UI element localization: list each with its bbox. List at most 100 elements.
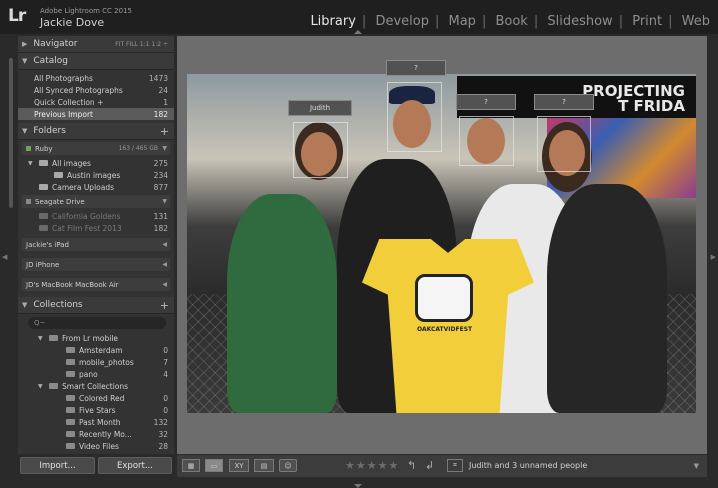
lightroom-logo: Lr xyxy=(8,6,26,26)
collection-set-icon xyxy=(49,335,58,341)
left-panel-toggle-icon[interactable]: ◀ xyxy=(2,253,7,261)
module-book[interactable]: Book xyxy=(495,14,527,29)
catalog-item-all-synced[interactable]: All Synced Photographs 24 xyxy=(18,84,174,96)
add-folder-icon[interactable]: + xyxy=(160,125,169,138)
folder-cat-film-fest[interactable]: Cat Film Fest 2013 182 xyxy=(18,222,174,234)
device-ipad[interactable]: Jackie's iPad ◀ xyxy=(22,238,170,251)
rotate-right-icon[interactable]: ↲ xyxy=(425,459,434,472)
folder-camera-uploads[interactable]: Camera Uploads 877 xyxy=(18,181,174,193)
face-region-tool-icon[interactable]: ⌗ xyxy=(447,459,463,472)
person-1-body xyxy=(227,194,337,413)
drive-ruby[interactable]: Ruby 163 / 465 GB ▼ xyxy=(22,142,170,155)
left-panel: ▶ Navigator FIT FILL 1:1 1:2 ÷ ▼ Catalog… xyxy=(18,36,174,454)
import-button[interactable]: Import... xyxy=(20,457,95,474)
collection-amsterdam[interactable]: Amsterdam 0 xyxy=(18,344,174,356)
face-region-1[interactable] xyxy=(293,122,348,178)
people-view-icon[interactable]: ☺ xyxy=(279,459,297,472)
collection-mobile-photos[interactable]: mobile_photos 7 xyxy=(18,356,174,368)
catalog-item-all-photographs[interactable]: All Photographs 1473 xyxy=(18,72,174,84)
loupe-view-icon[interactable]: ▭ xyxy=(205,459,223,472)
module-map[interactable]: Map xyxy=(449,14,476,29)
rotate-left-icon[interactable]: ↰ xyxy=(407,459,416,472)
face-label-judith[interactable]: Judith xyxy=(288,100,352,116)
bottom-panel-toggle-icon[interactable] xyxy=(354,484,362,488)
module-develop[interactable]: Develop xyxy=(375,14,429,29)
smart-collection-recently-modified[interactable]: Recently Mo... 32 xyxy=(18,428,174,440)
expand-triangle-icon: ▼ xyxy=(22,127,28,135)
face-region-2[interactable] xyxy=(387,82,442,152)
product-name: Adobe Lightroom CC 2015 xyxy=(40,7,132,15)
collections-header[interactable]: ▼ Collections + xyxy=(18,297,174,314)
device-expand-icon: ◀ xyxy=(162,261,167,268)
navigator-title: Navigator xyxy=(33,39,78,49)
module-slideshow[interactable]: Slideshow xyxy=(547,14,612,29)
face-label-unknown-2[interactable]: ? xyxy=(386,60,446,76)
device-expand-icon: ◀ xyxy=(162,241,167,248)
compare-view-icon[interactable]: XY xyxy=(229,459,249,472)
catalog-item-previous-import[interactable]: Previous Import 182 xyxy=(18,108,174,120)
collection-icon xyxy=(66,359,75,365)
navigator-header[interactable]: ▶ Navigator FIT FILL 1:1 1:2 ÷ xyxy=(18,36,174,53)
catalog-title: Catalog xyxy=(33,56,68,66)
device-iphone[interactable]: JD iPhone ◀ xyxy=(22,258,170,271)
folders-title: Folders xyxy=(33,126,66,136)
collection-set-smart-collections[interactable]: ▼ Smart Collections xyxy=(18,380,174,392)
folder-icon xyxy=(39,213,48,219)
smart-collection-video-files[interactable]: Video Files 28 xyxy=(18,440,174,452)
catalog-header[interactable]: ▼ Catalog xyxy=(18,53,174,70)
top-bar: Lr Adobe Lightroom CC 2015 Jackie Dove L… xyxy=(0,0,718,34)
add-collection-icon[interactable]: + xyxy=(160,299,169,312)
face-label-unknown-3[interactable]: ? xyxy=(456,94,516,110)
export-button[interactable]: Export... xyxy=(98,457,172,474)
folder-california-goldens[interactable]: California Goldens 131 xyxy=(18,210,174,222)
zoom-options[interactable]: FIT FILL 1:1 1:2 ÷ xyxy=(115,41,168,48)
grid-view-icon[interactable]: ▦ xyxy=(182,459,200,472)
top-panel-toggle-icon[interactable] xyxy=(354,30,362,34)
people-info-text: Judith and 3 unnamed people xyxy=(469,461,588,470)
face-label-unknown-4[interactable]: ? xyxy=(534,94,594,110)
folder-icon xyxy=(54,172,63,178)
collection-pano[interactable]: pano 4 xyxy=(18,368,174,380)
catalog-item-quick-collection[interactable]: Quick Collection +1 xyxy=(18,96,174,108)
folder-all-images[interactable]: ▼ All images 275 xyxy=(18,157,174,169)
module-picker: Library | Develop | Map | Book | Slideshow | … xyxy=(310,14,710,29)
loupe-view: PROJECTING T FRIDA OAKCATVIDFEST Judith … xyxy=(177,36,707,454)
right-panel-toggle-icon[interactable]: ▶ xyxy=(711,253,716,261)
survey-view-icon[interactable]: ▤ xyxy=(254,459,274,472)
smart-collection-icon xyxy=(66,443,75,449)
collapse-triangle-icon: ▶ xyxy=(22,40,28,48)
folder-austin-images[interactable]: Austin images 234 xyxy=(18,169,174,181)
folders-header[interactable]: ▼ Folders + xyxy=(18,123,174,140)
bottom-toolbar: ▦ ▭ XY ▤ ☺ ★★★★★ ↰ ↲ ⌗ Judith and 3 unna… xyxy=(177,455,707,477)
collection-icon xyxy=(66,371,75,377)
folder-icon xyxy=(39,225,48,231)
drive-collapse-icon: ▼ xyxy=(162,198,167,205)
smart-collection-past-month[interactable]: Past Month 132 xyxy=(18,416,174,428)
drive-collapse-icon: ▼ xyxy=(162,145,167,152)
smart-collection-icon xyxy=(66,407,75,413)
collections-search-input[interactable]: Q~ xyxy=(28,317,166,329)
drive-status-icon xyxy=(26,199,31,204)
user-name: Jackie Dove xyxy=(40,16,105,29)
module-print[interactable]: Print xyxy=(632,14,662,29)
smart-collection-icon xyxy=(66,431,75,437)
collection-set-from-lr-mobile[interactable]: ▼ From Lr mobile xyxy=(18,332,174,344)
person-4-body xyxy=(547,184,667,413)
smart-collection-colored-red[interactable]: Colored Red 0 xyxy=(18,392,174,404)
module-web[interactable]: Web xyxy=(682,14,710,29)
face-region-4[interactable] xyxy=(537,116,591,172)
collection-set-icon xyxy=(49,383,58,389)
import-export-bar: Import... Export... xyxy=(18,456,174,476)
star-rating[interactable]: ★★★★★ xyxy=(345,459,399,472)
face-region-3[interactable] xyxy=(459,116,514,166)
device-expand-icon: ◀ xyxy=(162,281,167,288)
module-library[interactable]: Library xyxy=(310,14,355,29)
smart-collection-five-stars[interactable]: Five Stars 0 xyxy=(18,404,174,416)
device-macbook[interactable]: JD's MacBook MacBook Air ◀ xyxy=(22,278,170,291)
collections-title: Collections xyxy=(33,300,83,310)
drive-seagate[interactable]: Seagate Drive ▼ xyxy=(22,195,170,208)
toolbar-dropdown-icon[interactable]: ▼ xyxy=(694,462,699,470)
cat-logo-icon xyxy=(415,274,473,322)
shirt-text: OAKCATVIDFEST xyxy=(417,326,473,333)
left-panel-scroll-thumb[interactable] xyxy=(9,58,13,208)
